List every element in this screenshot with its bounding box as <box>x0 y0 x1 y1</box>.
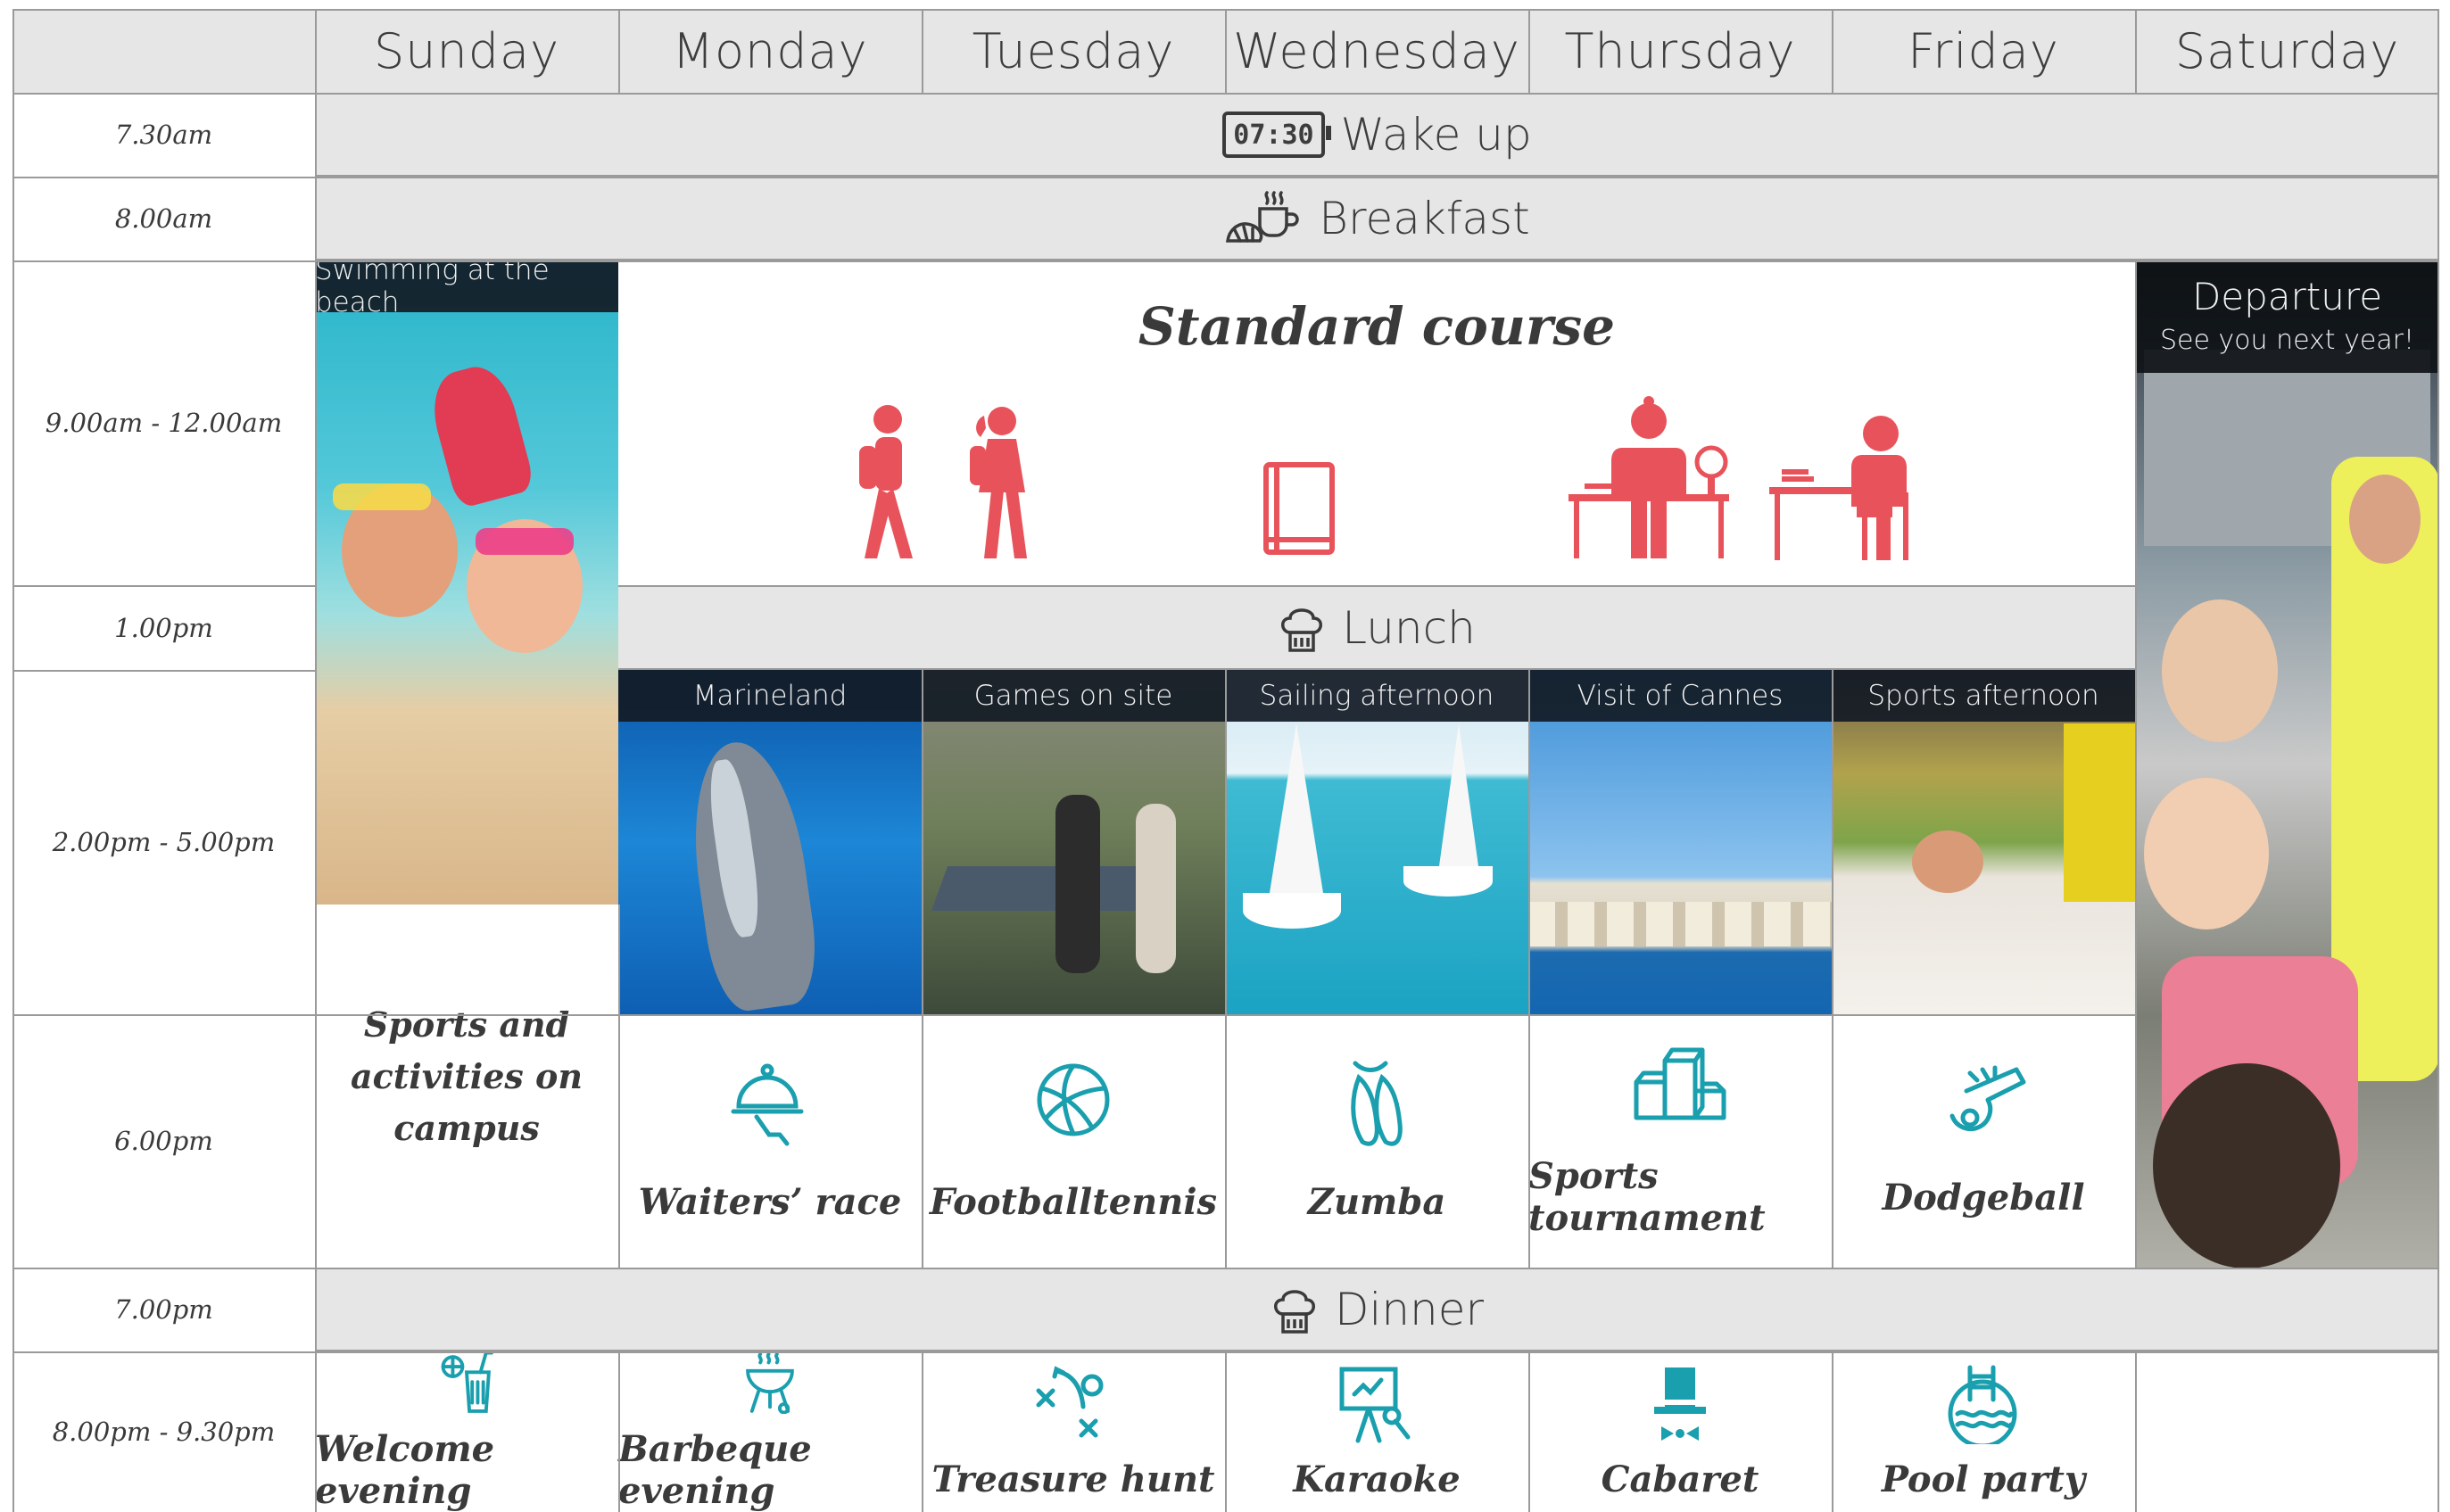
time-730am: 7.30am <box>114 120 213 150</box>
standard-course-block: Standard course <box>618 260 2135 585</box>
day-header-thursday: Thursday <box>1564 22 1796 79</box>
games-on-site-caption: Games on site <box>922 670 1225 722</box>
wake-clock-text: 07:30 <box>1233 119 1314 151</box>
welcome-evening-label: Welcome evening <box>315 1428 495 1512</box>
marineland-photo: Marineland <box>618 670 922 1014</box>
day-header-friday: Friday <box>1908 22 2059 79</box>
alarm-clock-icon: 07:30 <box>1222 112 1331 158</box>
breakfast-label: Breakfast <box>1319 193 1530 244</box>
time-600pm: 6.00pm <box>114 1126 213 1156</box>
whistle-icon <box>1949 1065 2026 1131</box>
lunch-label: Lunch <box>1342 601 1476 654</box>
marineland-caption: Marineland <box>618 670 922 722</box>
ballet-shoes-icon <box>1351 1061 1403 1146</box>
footballtennis-cell: Footballtennis <box>922 1014 1225 1268</box>
waiters-race-label: Waiters’ race <box>638 1180 902 1223</box>
cannes-photo: Visit of Cannes <box>1528 670 1832 1014</box>
day-header-wednesday: Wednesday <box>1233 22 1520 79</box>
dodgeball-label: Dodgeball <box>1882 1176 2085 1219</box>
day-header-monday: Monday <box>672 22 868 79</box>
departure-title: Departure <box>2191 274 2383 318</box>
cannes-caption: Visit of Cannes <box>1528 670 1832 722</box>
lunch-band: Lunch <box>618 585 2135 670</box>
top-hat-icon <box>1654 1367 1706 1441</box>
dodgeball-cell: Dodgeball <box>1832 1014 2135 1268</box>
time-700pm: 7.00pm <box>114 1294 213 1325</box>
time-afternoon: 2.00pm - 5.00pm <box>52 827 276 857</box>
sunday-photo-caption: Swimming at the beach <box>315 260 618 318</box>
chef-hat-icon <box>1278 602 1326 654</box>
cabaret-label: Cabaret <box>1601 1458 1759 1500</box>
strategy-icon <box>1036 1365 1104 1437</box>
day-header-tuesday: Tuesday <box>972 22 1175 79</box>
games-on-site-photo: Games on site <box>922 670 1225 1014</box>
zumba-cell: Zumba <box>1225 1014 1528 1268</box>
sports-afternoon-photo: Sports afternoon <box>1832 670 2135 1014</box>
boy-walking-icon <box>859 405 913 558</box>
teacher-desk-icon <box>1568 396 1729 558</box>
karaoke-cell: Karaoke <box>1225 1351 1528 1512</box>
dinner-label: Dinner <box>1334 1284 1485 1335</box>
barbeque-evening-label: Barbeque evening <box>618 1428 812 1512</box>
karaoke-label: Karaoke <box>1293 1458 1461 1500</box>
sports-afternoon-caption: Sports afternoon <box>1832 670 2135 722</box>
cloche-icon <box>731 1063 804 1145</box>
time-morning: 9.00am - 12.00am <box>45 408 283 438</box>
zumba-label: Zumba <box>1307 1180 1446 1223</box>
sailing-photo: Sailing afternoon <box>1225 670 1528 1014</box>
coffee-croissant-icon <box>1224 189 1303 248</box>
pool-party-cell: Pool party <box>1832 1351 2135 1512</box>
departure-photo: Departure See you next year! <box>2135 260 2439 1268</box>
student-desk-icon <box>1769 416 1908 560</box>
sports-tournament-cell: Sports tournament <box>1528 1014 1832 1268</box>
sunday-beach-photo: Swimming at the beach <box>315 260 618 905</box>
cocktail-icon <box>441 1351 493 1413</box>
time-100pm: 1.00pm <box>114 612 213 643</box>
cabaret-cell: Cabaret <box>1528 1351 1832 1512</box>
dinner-chef-hat-icon <box>1271 1284 1319 1335</box>
sailing-caption: Sailing afternoon <box>1225 670 1528 722</box>
day-header-sunday: Sunday <box>373 22 560 79</box>
barbecue-icon <box>746 1352 794 1414</box>
sunday-campus-activities: Sports and activities on campus <box>350 1004 584 1148</box>
book-icon <box>1263 462 1335 555</box>
volleyball-icon <box>1037 1063 1110 1136</box>
wake-up-label: Wake up <box>1340 109 1532 161</box>
wake-up-band: 07:30 Wake up <box>315 93 2439 177</box>
welcome-evening-cell: Welcome evening <box>315 1351 618 1512</box>
departure-subtitle: See you next year! <box>2159 324 2415 356</box>
sports-tournament-label: Sports tournament <box>1528 1155 1766 1239</box>
treasure-hunt-label: Treasure hunt <box>931 1458 1215 1500</box>
pool-icon <box>1948 1365 2017 1444</box>
dinner-band: Dinner <box>315 1268 2439 1351</box>
karaoke-icon <box>1339 1367 1411 1442</box>
podium-icon <box>1634 1047 1726 1120</box>
day-header-saturday: Saturday <box>2174 22 2400 79</box>
standard-course-title: Standard course <box>1138 296 1616 357</box>
treasure-hunt-cell: Treasure hunt <box>922 1351 1225 1512</box>
girl-walking-icon <box>970 407 1027 558</box>
pool-party-label: Pool party <box>1881 1458 2086 1500</box>
waiters-race-cell: Waiters’ race <box>618 1014 922 1268</box>
breakfast-band: Breakfast <box>315 177 2439 260</box>
time-800am: 8.00am <box>114 203 213 234</box>
time-evening: 8.00pm - 9.30pm <box>52 1417 276 1447</box>
barbeque-evening-cell: Barbeque evening <box>618 1351 922 1512</box>
footballtennis-label: Footballtennis <box>929 1180 1218 1223</box>
